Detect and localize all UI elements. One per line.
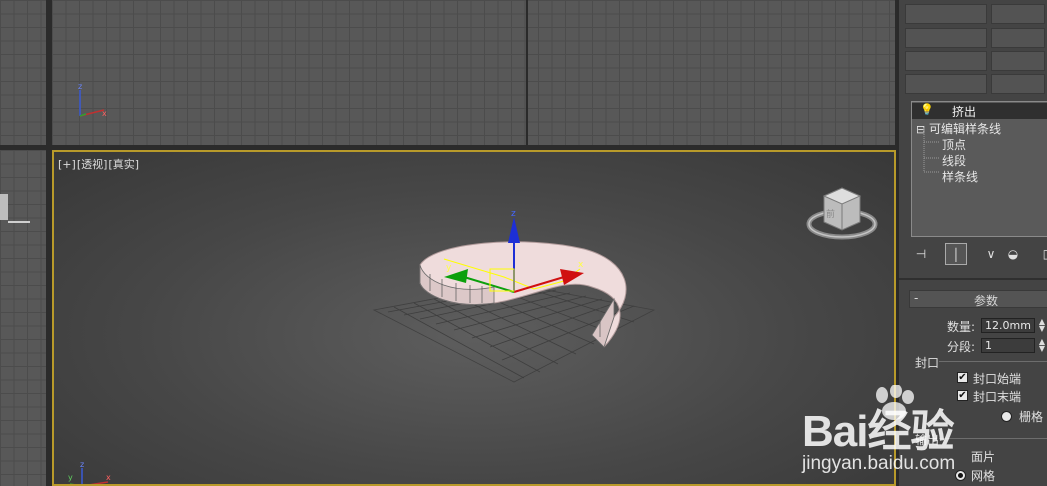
subobject-spline[interactable]: 样条线 xyxy=(942,168,978,185)
axis-z-label: z xyxy=(78,82,82,91)
cap-end-label: 封口末端 xyxy=(973,390,1022,404)
segments-spinner[interactable]: ▲ ▼ xyxy=(1037,338,1047,353)
amount-input[interactable]: 12.0mm xyxy=(981,318,1035,333)
configure-sets-icon[interactable]: ▯ xyxy=(1041,243,1047,265)
viewport-left-bottom[interactable] xyxy=(0,150,46,486)
grid-radio[interactable] xyxy=(1001,411,1012,422)
patch-label: 面片 xyxy=(971,450,996,464)
mesh-label: 网格 xyxy=(971,469,996,483)
panel-button[interactable] xyxy=(991,74,1045,94)
cap-start-checkbox[interactable]: ✔ xyxy=(957,372,968,383)
viewport-top[interactable]: z x xyxy=(52,0,895,145)
panel-button[interactable] xyxy=(905,74,987,94)
panel-button[interactable] xyxy=(905,28,987,48)
show-end-result-icon[interactable]: │ xyxy=(945,243,967,265)
gizmo-y-label: y xyxy=(446,263,452,273)
persp-axis-z: z xyxy=(80,460,84,469)
viewcube[interactable]: 前 xyxy=(806,184,878,244)
persp-axis-x: x xyxy=(106,473,111,482)
panel-button[interactable] xyxy=(905,4,987,24)
viewport-label[interactable]: [+][透视][真实] xyxy=(58,156,140,172)
subobject-vertex[interactable]: 顶点 xyxy=(942,136,966,153)
remove-modifier-icon[interactable]: ◒ xyxy=(1003,243,1023,265)
modifier-item-extrude[interactable]: 💡 挤出 xyxy=(912,103,1047,119)
viewport-menu-plus[interactable]: [+] xyxy=(58,158,76,171)
gizmo-x-arrow[interactable] xyxy=(560,269,584,285)
viewport-perspective[interactable]: [+][透视][真实] z y x 前 z y x xyxy=(52,150,896,486)
modifier-label: 挤出 xyxy=(952,105,977,119)
grid-label: 栅格 xyxy=(1019,410,1044,424)
separator xyxy=(899,278,1047,280)
panel-button-row xyxy=(905,51,1045,71)
rollout-toggle[interactable]: - xyxy=(914,291,918,305)
panel-button[interactable] xyxy=(991,28,1045,48)
gizmo-x-label: x xyxy=(578,260,584,270)
output-group-label: 输出 xyxy=(915,433,940,447)
move-gizmo[interactable]: z y x xyxy=(434,207,614,317)
axis-tripod-icon: z x xyxy=(78,82,107,118)
panel-button-row xyxy=(905,28,1045,48)
capping-group-label: 封口 xyxy=(915,356,940,370)
panel-button-row xyxy=(905,4,1045,24)
modifier-toolbar: ⊣ │ ∨ ◒ ▯ xyxy=(911,243,1047,265)
cap-end-checkbox[interactable]: ✔ xyxy=(957,390,968,401)
command-panel: 💡 挤出 ⊟ 可编辑样条线 顶点 线段 样条线 ⊣ │ ∨ ◒ ▯ - 参数 数… xyxy=(897,0,1047,486)
segments-input[interactable]: 1 xyxy=(981,338,1035,353)
viewcube-face-label: 前 xyxy=(826,208,835,220)
axis-x-label: x xyxy=(102,109,107,118)
gizmo-z-label: z xyxy=(511,209,516,219)
viewport-divider xyxy=(526,0,528,145)
pin-stack-icon[interactable]: ⊣ xyxy=(911,243,931,265)
modifier-stack[interactable]: 💡 挤出 ⊟ 可编辑样条线 顶点 线段 样条线 xyxy=(911,101,1047,237)
make-unique-icon[interactable]: ∨ xyxy=(981,243,1001,265)
capping-group-border xyxy=(939,361,1047,362)
panel-button[interactable] xyxy=(991,51,1045,71)
persp-axis-y: y xyxy=(68,473,73,482)
rollout-title: 参数 xyxy=(974,294,999,308)
output-group-border xyxy=(939,438,1047,439)
segments-label: 分段: xyxy=(947,340,976,354)
amount-spinner[interactable]: ▲ ▼ xyxy=(1037,318,1047,333)
panel-button[interactable] xyxy=(991,4,1045,24)
subobject-segment[interactable]: 线段 xyxy=(942,152,966,169)
viewport-left-top[interactable] xyxy=(0,0,46,145)
tree-lines xyxy=(923,128,940,173)
panel-button[interactable] xyxy=(905,51,987,71)
viewcube-edge-icon xyxy=(0,194,30,223)
viewport-menu-shading[interactable]: [真实] xyxy=(108,158,139,171)
axis-tripod-persp-icon: z y x xyxy=(68,460,111,484)
rollout-parameters-header[interactable]: - 参数 xyxy=(909,290,1047,308)
bulb-icon[interactable]: 💡 xyxy=(920,103,934,116)
mesh-radio[interactable] xyxy=(955,470,966,481)
panel-button-row xyxy=(905,74,1045,94)
amount-label: 数量: xyxy=(947,320,976,334)
viewport-menu-perspective[interactable]: [透视] xyxy=(77,158,108,171)
cap-start-label: 封口始端 xyxy=(973,372,1022,386)
gizmo-z-arrow[interactable] xyxy=(508,217,520,243)
